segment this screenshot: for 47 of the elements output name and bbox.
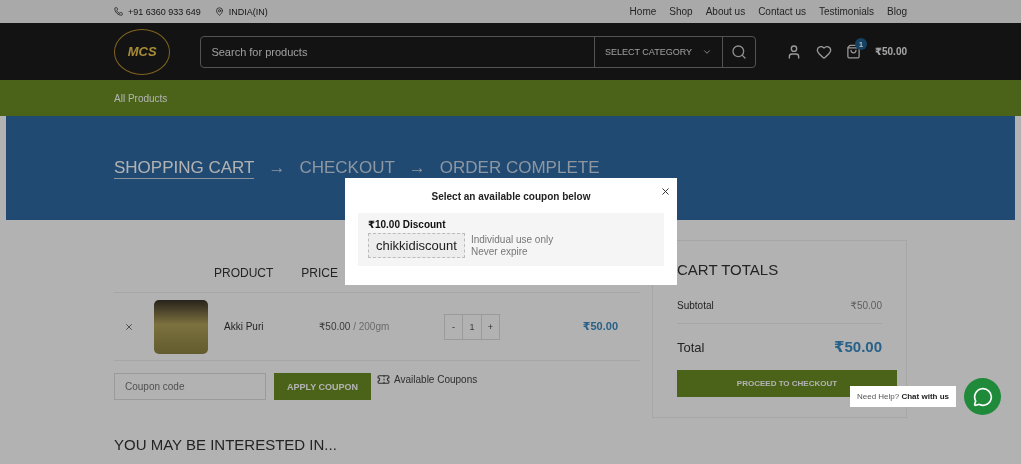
chat-tooltip: Need Help? Chat with us — [849, 386, 956, 407]
coupon-code-field[interactable]: Coupon code — [114, 373, 266, 400]
section-heading: YOU MAY BE INTERESTED IN... — [114, 436, 338, 453]
location-pin-icon — [214, 7, 224, 16]
available-coupons-link[interactable]: Available Coupons — [377, 373, 478, 386]
search-icon[interactable] — [731, 43, 747, 60]
column-header: PRICE — [301, 266, 339, 280]
category-dropdown[interactable]: SELECT CATEGORY — [594, 36, 723, 67]
top-nav-link[interactable]: Shop — [669, 6, 693, 17]
ticket-icon — [377, 373, 391, 386]
coupon-code[interactable]: chikkidiscount — [368, 233, 465, 258]
top-nav-link[interactable]: Blog — [887, 6, 907, 17]
arrow-separator: → — [408, 158, 426, 178]
coupon-note: Never expire — [470, 245, 529, 257]
shopping-bag-icon[interactable] — [846, 44, 861, 59]
heart-icon[interactable] — [816, 43, 832, 60]
cart-count-badge: 1 — [855, 38, 867, 50]
total-label: Total — [677, 339, 705, 355]
top-nav-link[interactable]: Home — [629, 6, 657, 17]
product-price: ₹50.00 / 200gm — [319, 321, 391, 332]
product-photo-placeholder — [154, 299, 208, 354]
checkout-step[interactable]: SHOPPING CART — [114, 157, 255, 179]
cart-total[interactable]: ₹50.00 — [875, 46, 907, 57]
coupon-note: Individual use only — [470, 234, 554, 246]
phone-icon — [114, 7, 123, 16]
top-nav-link[interactable]: Testimonials — [818, 6, 874, 17]
row-subtotal: ₹50.00 — [582, 320, 618, 333]
column-header: PRODUCT — [214, 266, 274, 280]
chat-button[interactable] — [964, 378, 1001, 415]
user-icon[interactable] — [786, 43, 802, 60]
chat-bubble-icon — [972, 386, 993, 407]
remove-icon[interactable] — [124, 321, 134, 332]
phone-number: +91 6360 933 649 — [128, 6, 201, 17]
subtotal-value: ₹50.00 — [850, 300, 882, 311]
cart-totals-title: CART TOTALS — [677, 261, 780, 278]
search-field[interactable]: Search for products SELECT CATEGORY — [200, 35, 756, 68]
coupon-card[interactable]: ₹10.00 Discount chikkidiscount Individual use only Never expire — [358, 213, 664, 266]
top-nav-link[interactable]: About us — [705, 6, 746, 17]
close-button[interactable] — [660, 186, 671, 197]
location-text: INDIA(IN) — [228, 6, 268, 17]
arrow-separator: → — [268, 158, 286, 178]
coupon-amount: ₹10.00 Discount — [368, 219, 447, 230]
top-nav-link[interactable]: Contact us — [758, 6, 806, 17]
total-value: ₹50.00 — [834, 338, 882, 356]
dialog-title: Select an available coupon below — [430, 191, 592, 202]
product-name[interactable]: Akki Puri — [224, 321, 319, 332]
subtotal-label: Subtotal — [677, 300, 714, 311]
